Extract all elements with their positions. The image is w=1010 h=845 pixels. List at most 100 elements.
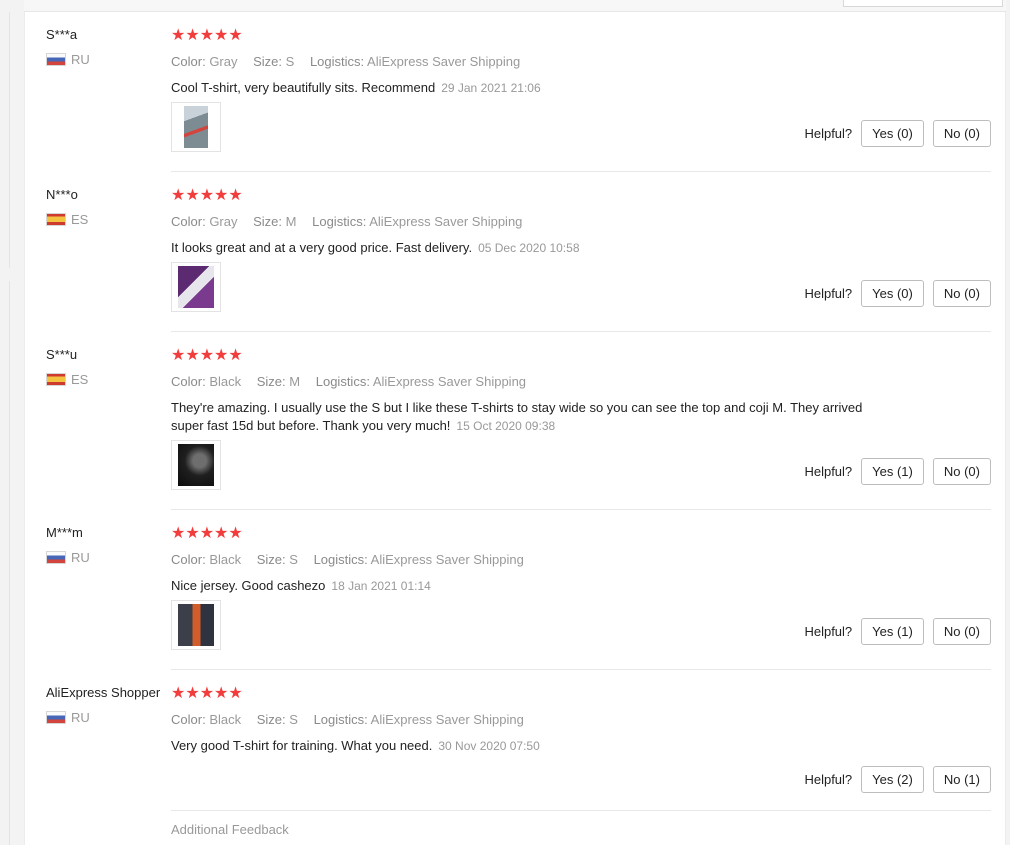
review-date: 29 Jan 2021 21:06 <box>441 81 541 95</box>
star-rating: ★★★★★ <box>171 685 243 702</box>
size-value: M <box>285 214 297 229</box>
review-text: Very good T-shirt for training. What you… <box>171 737 891 755</box>
review-photo[interactable] <box>171 262 221 312</box>
helpful-controls: Helpful? Yes (0) No (0) <box>804 120 991 147</box>
additional-divider <box>171 810 991 811</box>
helpful-yes-button[interactable]: Yes (1) <box>861 458 924 485</box>
star-rating: ★★★★★ <box>171 347 243 364</box>
color-value: Black <box>209 712 242 727</box>
helpful-controls: Helpful? Yes (2) No (1) <box>804 766 991 793</box>
helpful-controls: Helpful? Yes (0) No (0) <box>804 280 991 307</box>
logistics-value: AliExpress Saver Shipping <box>370 712 524 727</box>
size-value: S <box>285 54 295 69</box>
flag-ru-icon <box>46 711 66 724</box>
reviewer-name: AliExpress Shopper <box>46 685 161 700</box>
flag-es-icon <box>46 213 66 226</box>
country-code: ES <box>71 372 89 387</box>
review-divider <box>171 171 991 172</box>
flag-ru-icon <box>46 551 66 564</box>
review-body: Cool T-shirt, very beautifully sits. Rec… <box>171 80 436 95</box>
review-date: 05 Dec 2020 10:58 <box>478 241 580 255</box>
helpful-label: Helpful? <box>804 624 853 639</box>
helpful-no-button[interactable]: No (0) <box>932 458 991 485</box>
helpful-label: Helpful? <box>804 464 853 479</box>
review-text: Cool T-shirt, very beautifully sits. Rec… <box>171 79 891 97</box>
flag-ru-icon <box>46 53 66 66</box>
review-divider <box>171 509 991 510</box>
helpful-label: Helpful? <box>804 772 853 787</box>
logistics-value: AliExpress Saver Shipping <box>372 374 527 389</box>
review-photo[interactable] <box>171 102 221 152</box>
review-photo[interactable] <box>171 440 221 490</box>
logistics-label: Logistics: <box>315 374 370 389</box>
photo-thumbnail <box>178 266 214 308</box>
size-value: S <box>289 552 298 567</box>
helpful-yes-button[interactable]: Yes (1) <box>861 618 924 645</box>
logistics-label: Logistics: <box>312 214 367 229</box>
review-meta: Color: Gray Size: M Logistics: AliExpres… <box>171 214 534 229</box>
review-date: 15 Oct 2020 09:38 <box>456 419 556 433</box>
reviewer-country: RU <box>46 52 90 67</box>
reviewer-country: RU <box>46 710 90 725</box>
reviewer-country: ES <box>46 372 88 387</box>
helpful-yes-button[interactable]: Yes (2) <box>861 766 924 793</box>
color-label: Color: <box>171 214 206 229</box>
helpful-label: Helpful? <box>804 126 853 141</box>
star-rating: ★★★★★ <box>171 525 243 542</box>
photo-thumbnail <box>184 106 208 148</box>
color-label: Color: <box>171 54 206 69</box>
size-label: Size: <box>256 552 286 567</box>
helpful-controls: Helpful? Yes (1) No (0) <box>804 458 991 485</box>
top-strip <box>24 0 1006 12</box>
helpful-label: Helpful? <box>804 286 853 301</box>
reviews-panel: S***a RU ★★★★★ Color: Gray Size: S Logis… <box>24 12 1006 845</box>
color-label: Color: <box>171 374 206 389</box>
review-date: 30 Nov 2020 07:50 <box>438 739 540 753</box>
size-value: M <box>289 374 301 389</box>
photo-thumbnail <box>178 444 214 486</box>
size-value: S <box>289 712 298 727</box>
color-value: Gray <box>209 54 238 69</box>
helpful-no-button[interactable]: No (0) <box>932 120 991 147</box>
logistics-label: Logistics: <box>309 54 365 69</box>
color-value: Black <box>209 552 242 567</box>
review-divider <box>171 331 991 332</box>
logistics-label: Logistics: <box>313 712 368 727</box>
logistics-value: AliExpress Saver Shipping <box>370 552 524 567</box>
helpful-yes-button[interactable]: Yes (0) <box>861 120 924 147</box>
left-sidebar-edge <box>0 12 10 268</box>
color-value: Gray <box>209 214 238 229</box>
reviewer-name: S***a <box>46 27 78 42</box>
reviewer-name: M***m <box>46 525 83 540</box>
review-date: 18 Jan 2021 01:14 <box>331 579 431 593</box>
helpful-yes-button[interactable]: Yes (0) <box>861 280 924 307</box>
review-body: Very good T-shirt for training. What you… <box>171 738 433 753</box>
star-rating: ★★★★★ <box>171 27 243 44</box>
flag-es-icon <box>46 373 66 386</box>
country-code: RU <box>71 52 90 67</box>
reviewer-country: ES <box>46 212 88 227</box>
helpful-no-button[interactable]: No (0) <box>932 618 991 645</box>
helpful-no-button[interactable]: No (1) <box>932 766 991 793</box>
logistics-label: Logistics: <box>313 552 368 567</box>
photo-thumbnail <box>178 604 214 646</box>
helpful-no-button[interactable]: No (0) <box>932 280 991 307</box>
color-value: Black <box>209 374 242 389</box>
country-code: RU <box>71 710 90 725</box>
logistics-value: AliExpress Saver Shipping <box>367 54 521 69</box>
country-code: RU <box>71 550 90 565</box>
reviewer-name: N***o <box>46 187 78 202</box>
left-sidebar-edge <box>0 281 10 845</box>
review-photo[interactable] <box>171 600 221 650</box>
size-label: Size: <box>256 712 286 727</box>
sort-dropdown[interactable] <box>843 0 1003 7</box>
review-text: Nice jersey. Good cashezo 18 Jan 2021 01:… <box>171 577 891 595</box>
reviewer-name: S***u <box>46 347 78 362</box>
logistics-value: AliExpress Saver Shipping <box>369 214 523 229</box>
review-meta: Color: Black Size: S Logistics: AliExpre… <box>171 712 536 727</box>
additional-feedback-label: Additional Feedback <box>171 822 289 837</box>
size-label: Size: <box>253 54 283 69</box>
color-label: Color: <box>171 712 206 727</box>
color-label: Color: <box>171 552 206 567</box>
helpful-controls: Helpful? Yes (1) No (0) <box>804 618 991 645</box>
